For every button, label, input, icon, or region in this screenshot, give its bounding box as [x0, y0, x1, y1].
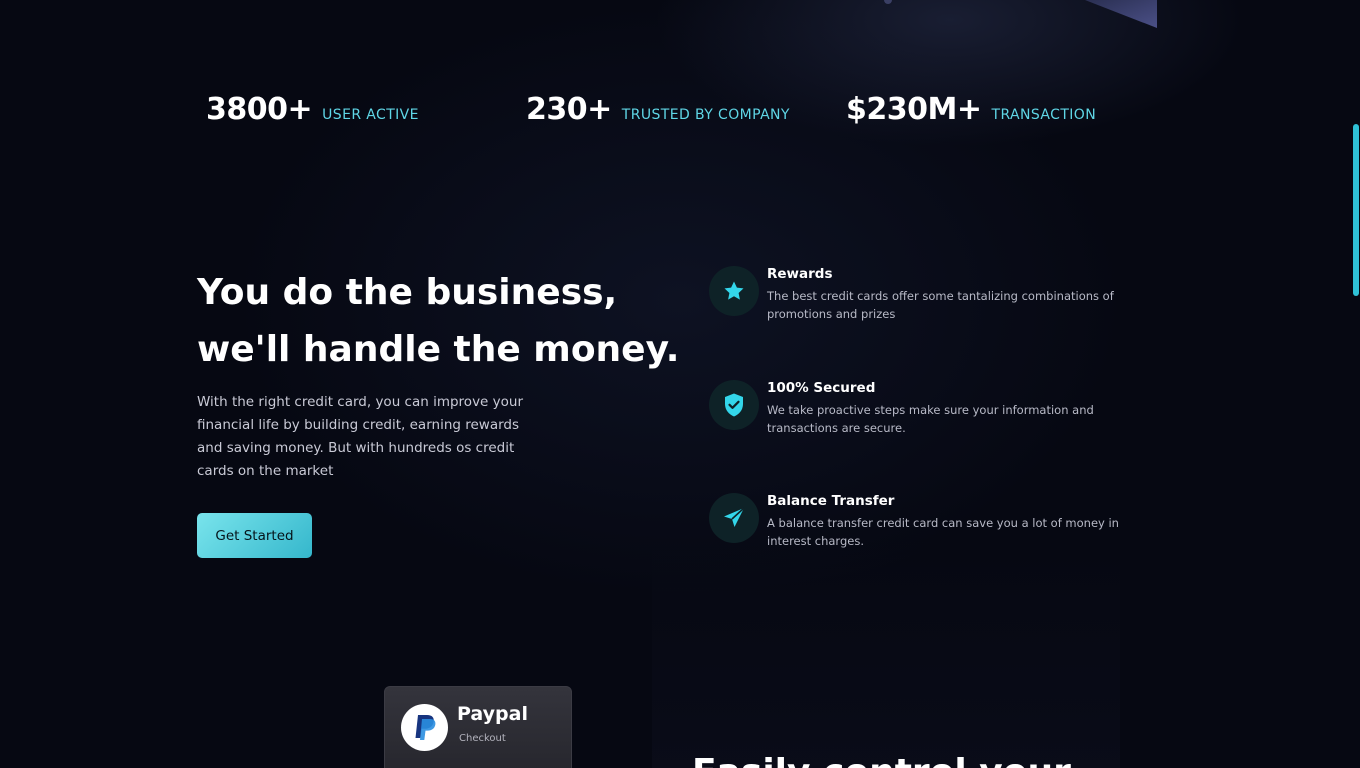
hero-description: With the right credit card, you can impr… [197, 394, 524, 479]
stat-value: 230+ [526, 92, 612, 127]
decorative-dot [884, 0, 892, 4]
hero-title-line-1: You do the business, [197, 272, 618, 313]
bottom-panel [652, 540, 1120, 768]
paypal-logo-icon [401, 704, 448, 751]
stat-companies: 230+ TRUSTED BY COMPANY [526, 92, 790, 127]
feature-secured: 100% Secured We take proactive steps mak… [709, 380, 1149, 440]
shield-check-icon [709, 380, 759, 430]
paypal-card: Paypal Checkout [384, 686, 572, 768]
feature-title: 100% Secured [767, 380, 876, 396]
paypal-name: Paypal [457, 703, 528, 725]
stat-label: USER ACTIVE [322, 107, 419, 123]
paypal-subtitle: Checkout [459, 733, 506, 744]
stat-label: TRANSACTION [991, 107, 1097, 123]
send-icon [709, 493, 759, 543]
card-image-edge [1085, 0, 1157, 28]
feature-title: Balance Transfer [767, 493, 895, 509]
feature-title: Rewards [767, 266, 833, 282]
stat-value: 3800+ [206, 92, 313, 127]
scrollbar-thumb[interactable] [1353, 124, 1359, 296]
hero-title: You do the business, we'll handle the mo… [197, 264, 680, 378]
feature-text: The best credit cards offer some tantali… [767, 289, 1114, 321]
feature-rewards: Rewards The best credit cards offer some… [709, 266, 1149, 326]
stat-label: TRUSTED BY COMPANY [621, 107, 790, 123]
star-icon [709, 266, 759, 316]
section-heading: Easily control your [692, 752, 1071, 768]
get-started-button[interactable]: Get Started [197, 513, 312, 558]
stat-value: $230M+ [846, 92, 982, 127]
stat-users: 3800+ USER ACTIVE [206, 92, 419, 127]
stat-transactions: $230M+ TRANSACTION [846, 92, 1096, 127]
hero-title-line-2: we'll handle the money. [197, 329, 680, 370]
feature-text: We take proactive steps make sure your i… [767, 403, 1094, 435]
